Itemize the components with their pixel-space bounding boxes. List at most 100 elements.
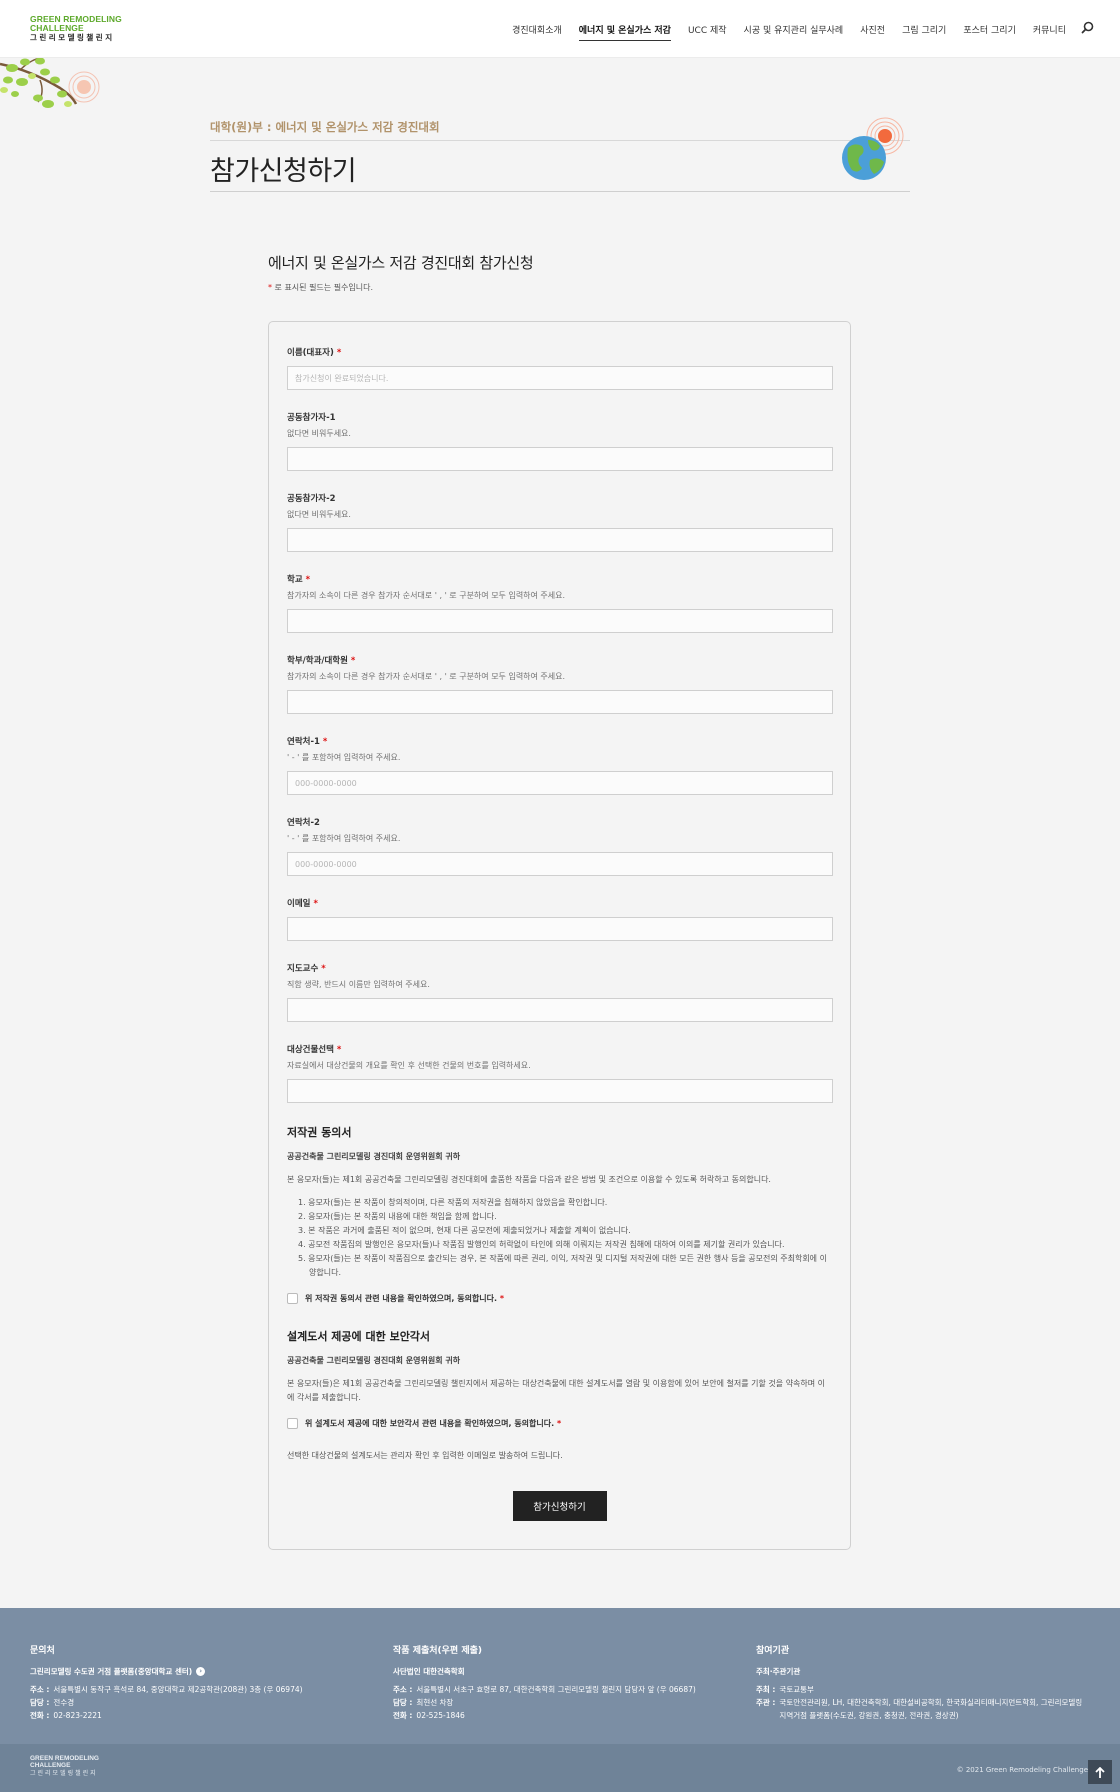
copyright-agree-checkbox[interactable] <box>287 1293 298 1304</box>
phone-value: 02-823-2221 <box>53 1711 102 1720</box>
security-pledge-recipient: 공공건축물 그린리모델링 경진대회 운영위원회 귀하 <box>287 1356 461 1365</box>
form-field: 지도교수 * 직함 생략, 반드시 이름만 입력하여 주세요. <box>287 962 833 1022</box>
main-nav: 경진대회소개 에너지 및 온실가스 저감 UCC 제작 시공 및 유지관리 실무… <box>495 0 1066 58</box>
site-logo[interactable]: GREEN REMODELING CHALLENGE 그린리모델링챌린지 <box>30 15 122 42</box>
required-note-text: 로 표시된 필드는 필수입니다. <box>272 283 374 292</box>
footer-contact-org[interactable]: 그린리모델링 수도권 거점 플랫폼(중앙대학교 센터) › <box>30 1666 303 1677</box>
department-field[interactable] <box>287 690 833 714</box>
copyright-text: © 2021 Green Remodeling Challenge <box>956 1766 1088 1774</box>
copyright-consent-recipient: 공공건축물 그린리모델링 경진대회 운영위원회 귀하 <box>287 1152 461 1161</box>
email-field[interactable] <box>287 917 833 941</box>
host-value: 국토교통부 <box>779 1685 814 1694</box>
form-fields: 이름(대표자) * 공동참가자-1 없다면 비워두세요. 공동참가자-2 없다면 비워두… <box>287 346 833 1103</box>
nav-item-construction[interactable]: 시공 및 유지관리 실무사례 <box>744 17 844 42</box>
field-label-text: 연락처-1 <box>287 737 320 747</box>
school-field[interactable] <box>287 609 833 633</box>
copyright-agree-label[interactable]: 위 저작권 동의서 관련 내용을 확인하였으며, 동의합니다. * <box>305 1293 504 1304</box>
required-mark: * <box>313 899 318 909</box>
submit-wrap: 참가신청하기 <box>287 1491 832 1521</box>
list-item: 2. 응모자(들)는 본 작품의 내용에 대한 책임을 함께 합니다. <box>298 1212 497 1221</box>
footer-partners: 참여기관 주최·주관기관 주최 : 국토교통부 주관 : 국토안전관리원, LH, … <box>756 1643 1096 1722</box>
footer-submission: 작품 제출처(우편 제출) 사단법인 대한건축학회 주소 : 서울특별시 서초구 … <box>393 1643 696 1722</box>
field-hint: 없다면 비워두세요. <box>287 510 351 519</box>
footer-partners-org: 주최·주관기관 <box>756 1667 801 1676</box>
manager-label: 담당 : <box>393 1698 413 1707</box>
email-delivery-note: 선택한 대상건물의 설계도서는 관리자 확인 후 입력한 이메일로 발송하여 드… <box>287 1451 563 1460</box>
nav-item-poster[interactable]: 포스터 그리기 <box>963 17 1016 42</box>
field-label: 학교 * <box>287 573 832 585</box>
field-label-text: 대상건물선택 <box>287 1045 334 1055</box>
nav-item-photo[interactable]: 사진전 <box>860 17 885 42</box>
advisor-field[interactable] <box>287 998 833 1022</box>
page-subtitle: 대학(원)부 : 에너지 및 온실가스 저감 경진대회 <box>210 120 440 134</box>
search-icon[interactable] <box>1080 20 1096 36</box>
co-participant-2-field[interactable] <box>287 528 833 552</box>
footer-contact-phone: 전화 :02-823-2221 <box>30 1709 303 1722</box>
footer-contact-org-text: 그린리모델링 수도권 거점 플랫폼(중앙대학교 센터) <box>30 1667 193 1676</box>
footer-submission-org: 사단법인 대한건축학회 <box>393 1667 465 1676</box>
nav-item-community[interactable]: 커뮤니티 <box>1033 17 1066 42</box>
copyright-consent-title: 저작권 동의서 <box>287 1126 352 1139</box>
page-title: 참가신청하기 <box>210 156 357 187</box>
contact-2-field[interactable] <box>287 852 833 876</box>
name-field[interactable] <box>287 366 833 390</box>
application-form-section: 에너지 및 온실가스 저감 경진대회 참가신청 * 로 표시된 필드는 필수입니… <box>268 192 851 1608</box>
application-form: 이름(대표자) * 공동참가자-1 없다면 비워두세요. 공동참가자-2 없다면 비워두… <box>268 321 851 1550</box>
co-participant-1-field[interactable] <box>287 447 833 471</box>
manager-value: 최현선 차장 <box>416 1698 454 1707</box>
address-value: 서울특별시 서초구 효령로 87, 대한건축학회 그린리모델링 챌린지 담당자 … <box>416 1685 696 1694</box>
copyright-consent-list: 1. 응모자(들)는 본 작품이 창의적이며, 다른 작품의 저작권을 침해하지… <box>287 1196 832 1280</box>
nav-item-intro[interactable]: 경진대회소개 <box>512 17 562 42</box>
field-label-text: 공동참가자-2 <box>287 494 336 504</box>
phone-label: 전화 : <box>393 1711 413 1720</box>
security-agree-label-text: 위 설계도서 제공에 대한 보안각서 관련 내용을 확인하였으며, 동의합니다. <box>305 1419 555 1428</box>
footer-submission-phone: 전화 :02-525-1846 <box>393 1709 696 1722</box>
field-label: 연락처-1 * <box>287 735 832 747</box>
organizer-line-2: 지역거점 플랫폼(수도권, 강원권, 충청권, 전라권, 경상권) <box>779 1711 959 1720</box>
organizer-line-1: 국토안전관리원, LH, 대한건축학회, 대한설비공학회, 한국화실리티매니지먼… <box>779 1698 1083 1707</box>
nav-item-ucc[interactable]: UCC 제작 <box>688 17 727 42</box>
field-label-text: 이름(대표자) <box>287 348 334 358</box>
contact-1-field[interactable] <box>287 771 833 795</box>
field-hint: ' - ' 를 포함하여 입력하여 주세요. <box>287 834 401 843</box>
branch-decoration <box>0 58 100 108</box>
address-value: 서울특별시 동작구 흑석로 84, 중앙대학교 제2공학관(208관) 3층 (… <box>53 1685 303 1694</box>
security-pledge-text: 본 응모자(들)은 제1회 공공건축물 그린리모델링 챌린지에서 제공하는 대상… <box>287 1379 826 1402</box>
list-item: 4. 공모전 작품집의 발행인은 응모자(들)나 작품집 발행인의 허락없이 타… <box>298 1240 785 1249</box>
required-mark: * <box>556 1419 562 1428</box>
footer-contact: 문의처 그린리모델링 수도권 거점 플랫폼(중앙대학교 센터) › 주소 : 서울특… <box>30 1643 303 1722</box>
field-hint: ' - ' 를 포함하여 입력하여 주세요. <box>287 753 401 762</box>
nav-item-drawing[interactable]: 그림 그리기 <box>902 17 946 42</box>
security-agree-label[interactable]: 위 설계도서 제공에 대한 보안각서 관련 내용을 확인하였으며, 동의합니다.… <box>305 1418 561 1429</box>
nav-item-energy[interactable]: 에너지 및 온실가스 저감 <box>578 17 672 42</box>
field-label: 대상건물선택 * <box>287 1043 832 1055</box>
list-item: 1. 응모자(들)는 본 작품이 창의적이며, 다른 작품의 저작권을 침해하지… <box>298 1198 608 1207</box>
arrow-up-icon[interactable] <box>1088 1760 1112 1784</box>
footer-logo-en-1: GREEN REMODELING <box>30 1755 99 1762</box>
address-label: 주소 : <box>393 1685 413 1694</box>
site-footer: 문의처 그린리모델링 수도권 거점 플랫폼(중앙대학교 센터) › 주소 : 서울특… <box>0 1608 1120 1792</box>
security-pledge-title: 설계도서 제공에 대한 보안각서 <box>287 1330 431 1343</box>
organizer-label: 주관 : <box>756 1698 776 1707</box>
arrow-right-icon[interactable]: › <box>196 1667 206 1676</box>
submit-button[interactable]: 참가신청하기 <box>512 1491 607 1521</box>
required-mark: * <box>499 1294 505 1303</box>
form-field: 학부/학과/대학원 * 참가자의 소속이 다른 경우 참가자 순서대로 ' , '… <box>287 654 833 714</box>
address-label: 주소 : <box>30 1685 50 1694</box>
field-label-text: 이메일 <box>287 899 311 909</box>
footer-partners-organizer: 주관 : 국토안전관리원, LH, 대한건축학회, 대한설비공학회, 한국화실리티… <box>756 1696 1096 1722</box>
footer-contact-title: 문의처 <box>30 1646 55 1656</box>
site-header: GREEN REMODELING CHALLENGE 그린리모델링챌린지 경진대… <box>0 0 1120 58</box>
field-label: 공동참가자-1 <box>287 411 832 423</box>
field-label-text: 학부/학과/대학원 <box>287 656 348 666</box>
footer-partners-host: 주최 : 국토교통부 <box>756 1683 1096 1696</box>
form-field: 이메일 * <box>287 897 833 941</box>
required-mark: * <box>336 348 342 358</box>
copyright-agree-row: 위 저작권 동의서 관련 내용을 확인하였으며, 동의합니다. * <box>287 1293 832 1304</box>
form-field: 공동참가자-1 없다면 비워두세요. <box>287 411 833 471</box>
globe-icon <box>842 117 904 180</box>
security-agree-checkbox[interactable] <box>287 1418 298 1429</box>
target-building-field[interactable] <box>287 1079 833 1103</box>
footer-contact-manager: 담당 : 전수경 <box>30 1696 303 1709</box>
footer-bottom: GREEN REMODELING CHALLENGE 그린리모델링챌린지 © 2… <box>0 1744 1120 1792</box>
